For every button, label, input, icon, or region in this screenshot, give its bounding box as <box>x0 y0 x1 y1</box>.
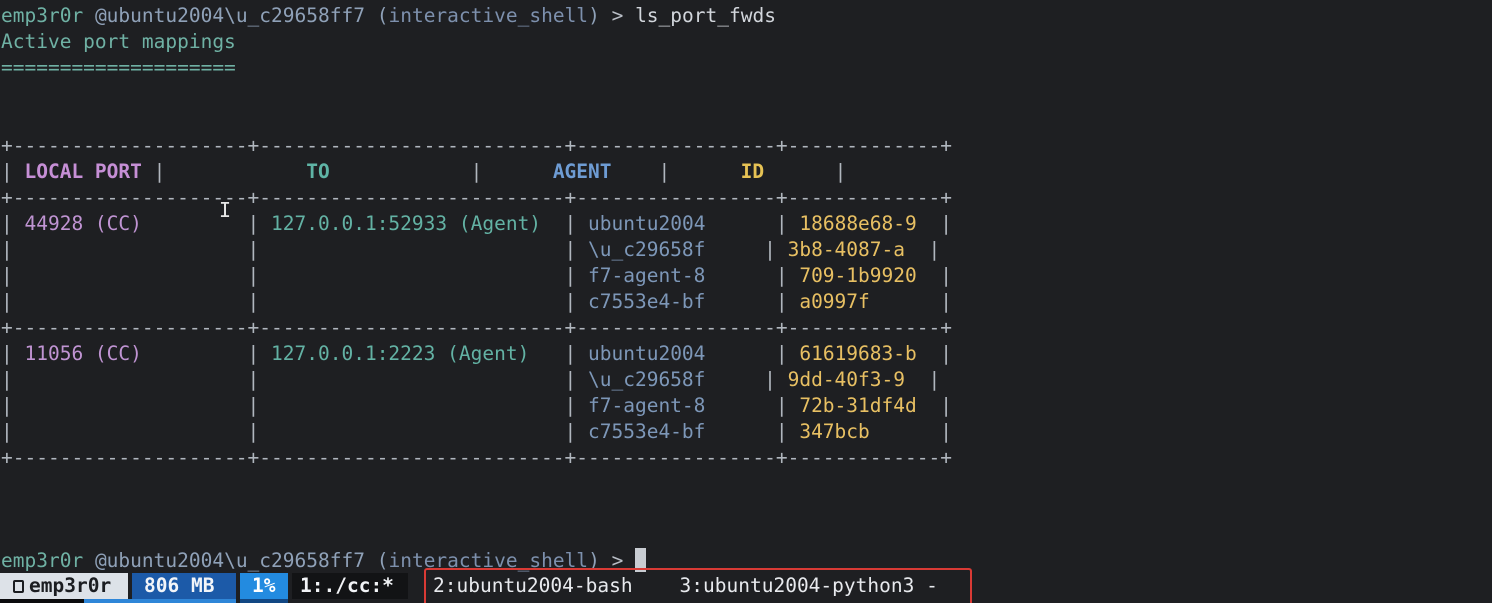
window-tab-active[interactable]: 1:./cc:* <box>292 573 408 599</box>
memory-usage: 806 MB <box>132 573 236 599</box>
table-row-cont: | | | c7553e4-bf | a0997f | <box>1 290 952 313</box>
highlight-box <box>424 568 972 603</box>
prompt-user: emp3r0r <box>1 4 84 27</box>
text-cursor-icon: I <box>219 198 232 222</box>
command-text: ls_port_fwds <box>635 4 776 27</box>
cell-id: 72b-31df4d <box>799 394 917 417</box>
cell-to: 127.0.0.1:52933 (Agent) <box>271 212 542 235</box>
table-row-cont: | | | c7553e4-bf | 347bcb | <box>1 420 952 443</box>
header-local-port: LOCAL PORT <box>24 160 142 183</box>
cell-id: 18688e68-9 <box>799 212 917 235</box>
prompt-host: @ubuntu2004\u_c29658ff7 <box>94 549 365 572</box>
table-header-row: | LOCAL PORT | TO | AGENT | ID | <box>1 160 847 183</box>
prompt-symbol: > <box>611 4 624 27</box>
header-agent: AGENT <box>552 160 612 183</box>
table-row-cont: | | | f7-agent-8 | 709-1b9920 | <box>1 264 952 287</box>
cell-id: 347bcb <box>799 420 870 443</box>
output-underline: ==================== <box>1 56 236 79</box>
prompt-line: emp3r0r @ubuntu2004\u_c29658ff7 (interac… <box>1 4 776 27</box>
cell-agent: f7-agent-8 <box>588 394 706 417</box>
table-row: | 44928 (CC) | 127.0.0.1:52933 (Agent) |… <box>1 212 952 235</box>
cell-id: a0997f <box>799 290 870 313</box>
cell-agent: c7553e4-bf <box>588 420 706 443</box>
session-name: emp3r0r <box>29 574 112 597</box>
cell-agent: c7553e4-bf <box>588 290 706 313</box>
cpu-usage: 1% <box>240 573 288 599</box>
table-row-cont: | | | \u_c29658f | 9dd-40f3-9 | <box>1 368 941 391</box>
cell-to: 127.0.0.1:2223 (Agent) <box>271 342 530 365</box>
table-border-row: +--------------------+------------------… <box>1 316 952 339</box>
cell-id: 61619683-b <box>799 342 917 365</box>
window-icon <box>13 580 24 593</box>
cell-id: 9dd-40f3-9 <box>787 368 905 391</box>
table-row-cont: | | | f7-agent-8 | 72b-31df4d | <box>1 394 952 417</box>
cell-agent: \u_c29658f <box>588 368 706 391</box>
session-segment: emp3r0r <box>0 573 128 599</box>
cell-agent: f7-agent-8 <box>588 264 706 287</box>
cell-local-port: 44928 (CC) <box>24 212 142 235</box>
header-to: TO <box>306 160 330 183</box>
table-row: | 11056 (CC) | 127.0.0.1:2223 (Agent) | … <box>1 342 952 365</box>
cell-agent: ubuntu2004 <box>588 212 706 235</box>
cell-id: 3b8-4087-a <box>787 238 905 261</box>
table-row-cont: | | | \u_c29658f | 3b8-4087-a | <box>1 238 941 261</box>
table-border-top: +--------------------+------------------… <box>1 134 952 157</box>
header-id: ID <box>740 160 765 183</box>
cell-id: 709-1b9920 <box>799 264 917 287</box>
prompt-host: @ubuntu2004\u_c29658ff7 <box>94 4 365 27</box>
cell-agent: \u_c29658f <box>588 238 706 261</box>
prompt-shell: interactive_shell <box>388 4 589 27</box>
table-border-bottom: +--------------------+------------------… <box>1 446 952 469</box>
cell-agent: ubuntu2004 <box>588 342 706 365</box>
cell-local-port: 11056 (CC) <box>24 342 142 365</box>
output-title: Active port mappings <box>1 30 236 53</box>
table-border-header: +--------------------+------------------… <box>1 186 952 209</box>
prompt-user: emp3r0r <box>1 549 84 572</box>
